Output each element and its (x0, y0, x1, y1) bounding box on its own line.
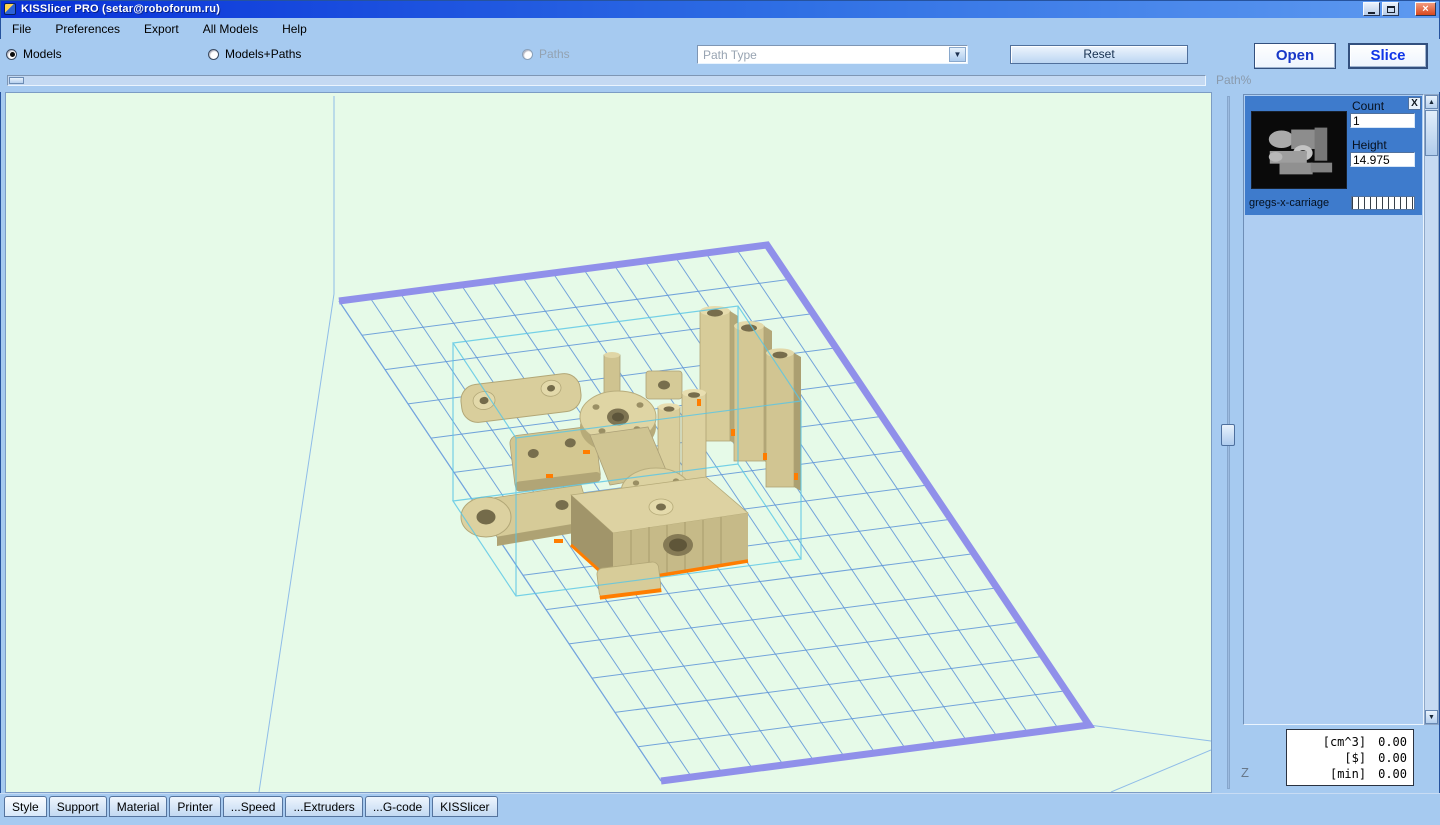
radio-models-paths-circle[interactable] (208, 49, 219, 60)
slice-button[interactable]: Slice (1348, 43, 1428, 69)
menu-item-export[interactable]: Export (141, 20, 182, 38)
stat-cost-value: 0.00 (1378, 751, 1407, 765)
models-panel: Count Height X gregs-x-carriage (1243, 94, 1424, 725)
model-thumbnail[interactable] (1251, 111, 1347, 189)
path-type-dropdown-value: Path Type (703, 48, 757, 62)
stat-time: [min] 0.00 (1287, 767, 1407, 781)
window-controls: × (1363, 2, 1440, 16)
radio-models-label: Models (23, 47, 62, 61)
tab-extruders[interactable]: ...Extruders (285, 796, 362, 817)
menu-item-help[interactable]: Help (279, 20, 310, 38)
path-percent-row: Path% (0, 69, 1440, 92)
radio-models-paths[interactable]: Models+Paths (208, 47, 301, 61)
scroll-down-icon[interactable]: ▼ (1425, 710, 1438, 724)
stat-volume: [cm^3] 0.00 (1287, 735, 1407, 749)
dropdown-arrow-icon[interactable]: ▼ (949, 47, 966, 62)
radio-models[interactable]: Models (6, 47, 62, 61)
stat-volume-label: [cm^3] (1323, 735, 1366, 749)
radio-paths: Paths (522, 47, 570, 61)
menubar: File Preferences Export All Models Help (0, 18, 1440, 39)
tab-style[interactable]: Style (4, 796, 47, 817)
open-button[interactable]: Open (1254, 43, 1336, 69)
tab-support[interactable]: Support (49, 796, 107, 817)
vertical-slider[interactable] (1215, 92, 1241, 793)
reset-button[interactable]: Reset (1010, 45, 1188, 64)
estimate-stats-box: [cm^3] 0.00 [$] 0.00 [min] 0.00 (1286, 729, 1414, 786)
viewport-3d[interactable] (5, 92, 1212, 793)
tab-speed[interactable]: ...Speed (223, 796, 284, 817)
menu-item-preferences[interactable]: Preferences (52, 20, 123, 38)
stat-cost-label: [$] (1344, 751, 1366, 765)
titlebar[interactable]: KISSlicer PRO (setar@roboforum.ru) × (0, 0, 1440, 18)
model-scale-slider[interactable] (1351, 196, 1415, 210)
maximize-button[interactable] (1382, 2, 1399, 16)
window-title: KISSlicer PRO (setar@roboforum.ru) (21, 3, 1363, 15)
path-percent-label: Path% (1216, 73, 1251, 87)
minimize-button[interactable] (1363, 2, 1380, 16)
model-name-label: gregs-x-carriage (1249, 197, 1349, 209)
scrollbar-thumb[interactable] (1425, 110, 1438, 156)
vertical-slider-thumb[interactable] (1221, 424, 1235, 446)
menu-item-all-models[interactable]: All Models (200, 20, 261, 38)
height-label: Height (1352, 138, 1387, 152)
close-icon: × (1422, 4, 1428, 15)
app-window: KISSlicer PRO (setar@roboforum.ru) × Fil… (0, 0, 1440, 825)
stat-time-value: 0.00 (1378, 767, 1407, 781)
z-axis-label: Z (1241, 765, 1249, 780)
path-type-dropdown[interactable]: Path Type ▼ (697, 45, 968, 64)
close-button[interactable]: × (1415, 2, 1436, 16)
remove-model-button[interactable]: X (1408, 97, 1421, 110)
tab-kisslicer[interactable]: KISSlicer (432, 796, 497, 817)
radio-paths-circle (522, 49, 533, 60)
radio-paths-label: Paths (539, 47, 570, 61)
scroll-up-icon[interactable]: ▲ (1425, 95, 1438, 109)
app-icon (4, 3, 16, 15)
menu-item-file[interactable]: File (9, 20, 34, 38)
count-input[interactable] (1350, 113, 1415, 128)
count-label: Count (1352, 99, 1384, 113)
scene-3d (6, 93, 1211, 792)
minimize-icon (1368, 12, 1375, 14)
model-list-item[interactable]: Count Height X gregs-x-carriage (1245, 96, 1422, 215)
radio-models-circle[interactable] (6, 49, 17, 60)
radio-models-paths-label: Models+Paths (225, 47, 301, 61)
stat-cost: [$] 0.00 (1287, 751, 1407, 765)
stat-time-label: [min] (1330, 767, 1366, 781)
tab-gcode[interactable]: ...G-code (365, 796, 430, 817)
panel-scrollbar[interactable]: ▲ ▼ (1424, 94, 1439, 725)
stat-volume-value: 0.00 (1378, 735, 1407, 749)
tab-printer[interactable]: Printer (169, 796, 220, 817)
height-input[interactable] (1350, 152, 1415, 167)
path-percent-slider[interactable] (7, 75, 1206, 86)
model-thumbnail-render (1252, 112, 1346, 188)
path-percent-slider-thumb[interactable] (9, 77, 24, 84)
toolbar: Models Models+Paths Paths Path Type ▼ Re… (0, 39, 1440, 69)
settings-tabbar: Style Support Material Printer ...Speed … (0, 793, 1440, 825)
tab-material[interactable]: Material (109, 796, 168, 817)
maximize-icon (1387, 6, 1395, 13)
